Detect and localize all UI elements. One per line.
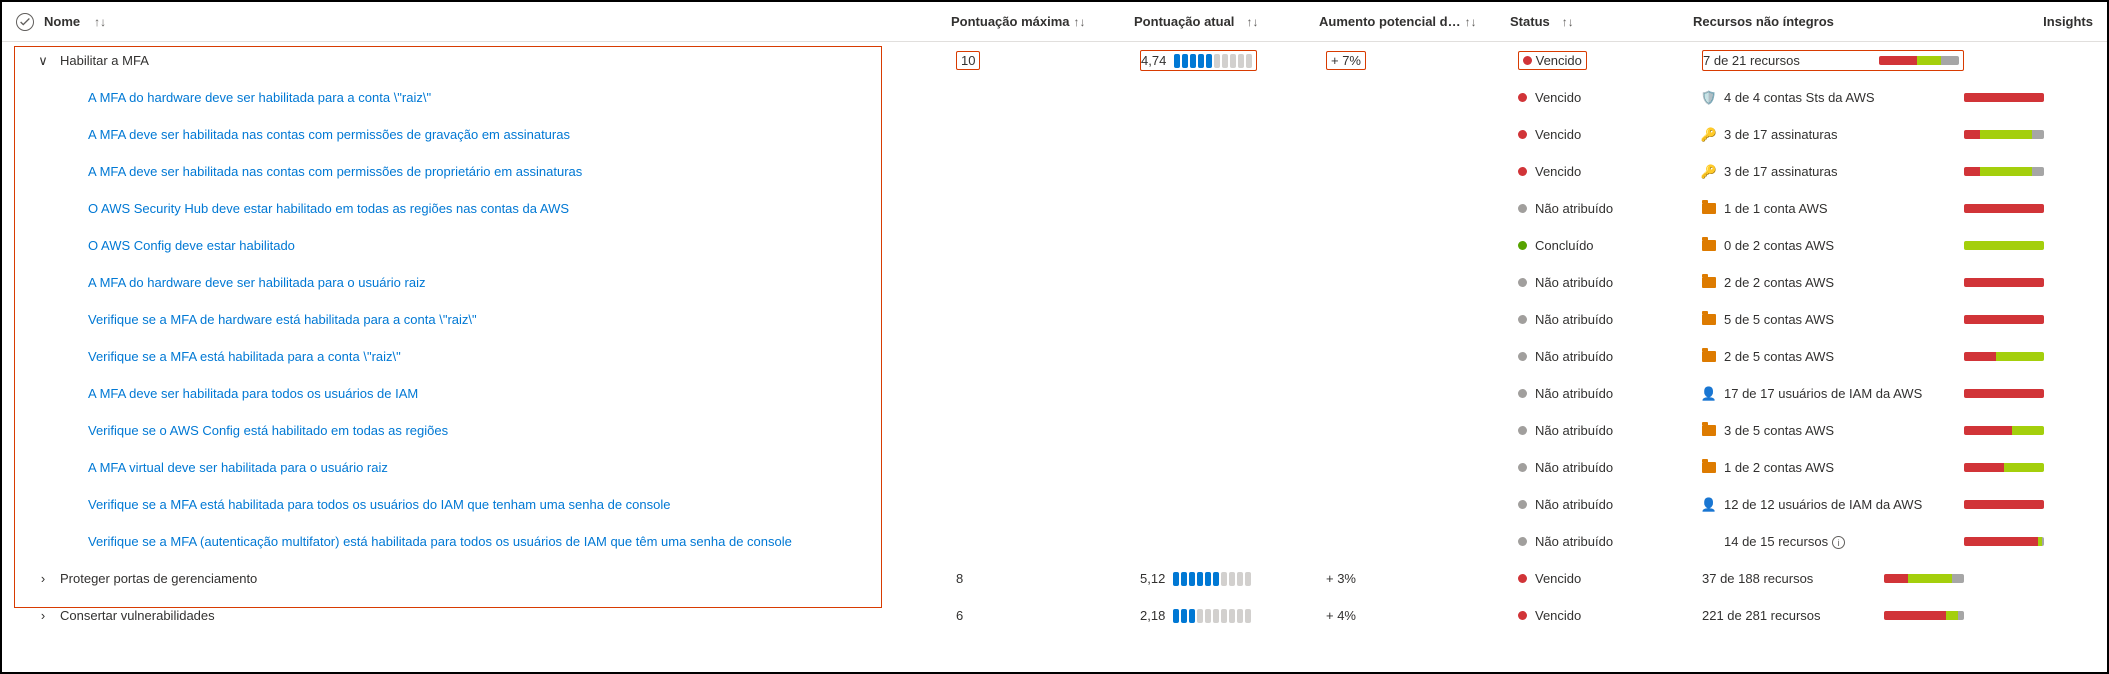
- col-name[interactable]: Nome ↑↓: [16, 13, 951, 31]
- recommendation-link[interactable]: A MFA deve ser habilitada nas contas com…: [88, 164, 582, 179]
- sort-icon: ↑↓: [94, 15, 106, 29]
- col-res: Recursos não íntegros: [1693, 14, 1954, 29]
- select-all-icon[interactable]: [16, 13, 34, 31]
- col-ins: Insights: [2043, 14, 2093, 29]
- recommendation-row[interactable]: Verifique se a MFA (autenticação multifa…: [2, 523, 2107, 560]
- recommendation-row[interactable]: Verifique se o AWS Config está habilitad…: [2, 412, 2107, 449]
- chevron-icon[interactable]: ∨: [36, 53, 50, 69]
- group-row[interactable]: ›Consertar vulnerabilidades 6 2,18 + 4% …: [2, 597, 2107, 634]
- chevron-icon[interactable]: ›: [36, 571, 50, 586]
- recommendation-row[interactable]: Verifique se a MFA de hardware está habi…: [2, 301, 2107, 338]
- recommendation-link[interactable]: Verifique se a MFA está habilitada para …: [88, 349, 401, 364]
- group-row[interactable]: ∨Habilitar a MFA 10 4,74 + 7% Vencido 7 …: [2, 42, 2107, 79]
- recommendation-row[interactable]: A MFA do hardware deve ser habilitada pa…: [2, 79, 2107, 116]
- col-status[interactable]: Status↑↓: [1510, 14, 1693, 29]
- recommendation-link[interactable]: A MFA deve ser habilitada para todos os …: [88, 386, 418, 401]
- recommendation-row[interactable]: A MFA deve ser habilitada nas contas com…: [2, 116, 2107, 153]
- recommendation-link[interactable]: A MFA deve ser habilitada nas contas com…: [88, 127, 570, 142]
- recommendation-row[interactable]: O AWS Config deve estar habilitado Concl…: [2, 227, 2107, 264]
- recommendation-row[interactable]: A MFA deve ser habilitada para todos os …: [2, 375, 2107, 412]
- col-cur[interactable]: Pontuação atual↑↓: [1134, 14, 1319, 29]
- recommendation-row[interactable]: A MFA virtual deve ser habilitada para o…: [2, 449, 2107, 486]
- recommendation-link[interactable]: A MFA do hardware deve ser habilitada pa…: [88, 275, 425, 290]
- recommendation-link[interactable]: A MFA do hardware deve ser habilitada pa…: [88, 90, 431, 105]
- col-max[interactable]: Pontuação máxima↑↓: [951, 14, 1134, 29]
- recommendation-link[interactable]: Verifique se a MFA está habilitada para …: [88, 497, 670, 512]
- column-header-row: Nome ↑↓ Pontuação máxima↑↓ Pontuação atu…: [2, 2, 2107, 42]
- col-inc[interactable]: Aumento potencial d…↑↓: [1319, 14, 1510, 29]
- recommendation-row[interactable]: A MFA deve ser habilitada nas contas com…: [2, 153, 2107, 190]
- recommendation-link[interactable]: Verifique se a MFA de hardware está habi…: [88, 312, 477, 327]
- group-row[interactable]: ›Proteger portas de gerenciamento 8 5,12…: [2, 560, 2107, 597]
- recommendation-row[interactable]: Verifique se a MFA está habilitada para …: [2, 338, 2107, 375]
- recommendation-link[interactable]: O AWS Config deve estar habilitado: [88, 238, 295, 253]
- recommendation-row[interactable]: O AWS Security Hub deve estar habilitado…: [2, 190, 2107, 227]
- recommendation-link[interactable]: Verifique se o AWS Config está habilitad…: [88, 423, 448, 438]
- col-name-label: Nome: [44, 14, 80, 29]
- recommendation-link[interactable]: Verifique se a MFA (autenticação multifa…: [88, 534, 792, 549]
- chevron-icon[interactable]: ›: [36, 608, 50, 623]
- recommendation-row[interactable]: A MFA do hardware deve ser habilitada pa…: [2, 264, 2107, 301]
- group-name: Habilitar a MFA: [60, 53, 149, 68]
- recommendation-link[interactable]: O AWS Security Hub deve estar habilitado…: [88, 201, 569, 216]
- group-name: Proteger portas de gerenciamento: [60, 571, 257, 586]
- recommendation-row[interactable]: Verifique se a MFA está habilitada para …: [2, 486, 2107, 523]
- group-name: Consertar vulnerabilidades: [60, 608, 215, 623]
- recommendation-link[interactable]: A MFA virtual deve ser habilitada para o…: [88, 460, 388, 475]
